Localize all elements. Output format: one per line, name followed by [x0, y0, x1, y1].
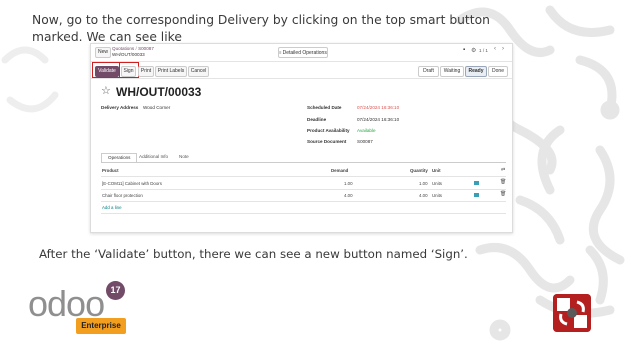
pager-prev-icon[interactable]: ‹	[494, 46, 496, 52]
print-icon[interactable]: ▪	[463, 47, 465, 53]
deadline-label: Deadline	[307, 117, 327, 122]
print-labels-button[interactable]: Print Labels	[155, 66, 187, 77]
odoo-delivery-screenshot: New Quotations / S00087 WH/OUT/00033 ≡ D…	[90, 43, 513, 233]
delivery-address-label: Delivery Address	[101, 105, 139, 110]
detailed-operations-label: Detailed Operations	[282, 50, 327, 56]
breadcrumb-separator: /	[135, 46, 137, 51]
enterprise-badge: Enterprise	[76, 318, 126, 334]
source-document-label: Source Document	[307, 139, 347, 144]
row-2-delete-icon[interactable]: 🗑	[500, 191, 506, 197]
record-title: WH/OUT/00033	[116, 85, 202, 99]
tab-additional-info[interactable]: Additional Info	[139, 154, 168, 159]
record-reference: WH/OUT/00033	[112, 52, 145, 57]
status-draft[interactable]: Draft	[418, 66, 439, 77]
breadcrumb-current[interactable]: S00087	[138, 46, 154, 51]
delivery-address-value[interactable]: Wood Corner	[143, 105, 170, 110]
cancel-button[interactable]: Cancel	[188, 66, 209, 77]
new-button[interactable]: New	[95, 47, 111, 58]
row-divider	[101, 189, 506, 190]
column-demand[interactable]: Demand	[331, 168, 348, 173]
deadline-value[interactable]: 07/24/2024 16:36:10	[357, 117, 399, 122]
table-header-divider	[101, 176, 506, 177]
column-quantity[interactable]: Quantity	[410, 168, 428, 173]
optional-columns-icon[interactable]: ⇄	[501, 167, 505, 173]
status-waiting[interactable]: Waiting	[440, 66, 464, 77]
detailed-operations-button[interactable]: ≡ Detailed Operations	[278, 47, 328, 58]
sign-highlight	[119, 62, 139, 78]
table-bottom-divider	[101, 213, 506, 214]
status-ready[interactable]: Ready	[465, 66, 487, 77]
row-divider	[101, 201, 506, 202]
tab-note[interactable]: Note	[179, 154, 189, 159]
row-1-product[interactable]: [E-COM11] Cabinet with Doors	[102, 181, 162, 186]
breadcrumb-parent[interactable]: Quotations	[112, 46, 134, 51]
gear-icon[interactable]: ⚙	[471, 47, 476, 54]
print-button[interactable]: Print	[138, 66, 154, 77]
row-1-demand[interactable]: 1.00	[344, 181, 353, 186]
row-2-demand[interactable]: 4.00	[344, 193, 353, 198]
company-logo	[553, 294, 591, 332]
version-badge: 17	[106, 281, 125, 300]
product-availability-label: Product Availability	[307, 128, 350, 133]
pager: 1 / 1	[479, 48, 488, 53]
row-1-details-icon[interactable]	[474, 181, 479, 185]
instruction-text: Now, go to the corresponding Delivery by…	[32, 13, 490, 44]
column-product[interactable]: Product	[102, 168, 119, 173]
scheduled-date-value[interactable]: 07/24/2024 16:36:10	[357, 105, 399, 110]
row-1-unit: Units	[432, 181, 443, 186]
status-done[interactable]: Done	[488, 66, 508, 77]
validate-highlight	[92, 62, 120, 78]
scheduled-date-label: Scheduled Date	[307, 105, 342, 110]
column-unit[interactable]: Unit	[432, 168, 441, 173]
divider	[91, 61, 512, 62]
source-document-value[interactable]: S00087	[357, 139, 373, 144]
row-2-unit: Units	[432, 193, 443, 198]
product-availability-value: Available	[357, 128, 376, 133]
pager-next-icon[interactable]: ›	[502, 46, 504, 52]
row-1-quantity[interactable]: 1.00	[419, 181, 428, 186]
row-1-delete-icon[interactable]: 🗑	[500, 179, 506, 185]
caption-text: After the ‘Validate’ button, there we ca…	[39, 247, 468, 261]
row-2-product[interactable]: Chair floor protection	[102, 193, 143, 198]
row-2-quantity[interactable]: 4.00	[419, 193, 428, 198]
divider	[91, 78, 512, 79]
star-icon[interactable]: ☆	[101, 84, 111, 97]
row-2-details-icon[interactable]	[474, 193, 479, 197]
add-line-link[interactable]: Add a line	[102, 205, 122, 210]
tab-divider	[101, 162, 506, 163]
breadcrumb: Quotations / S00087	[112, 46, 154, 51]
